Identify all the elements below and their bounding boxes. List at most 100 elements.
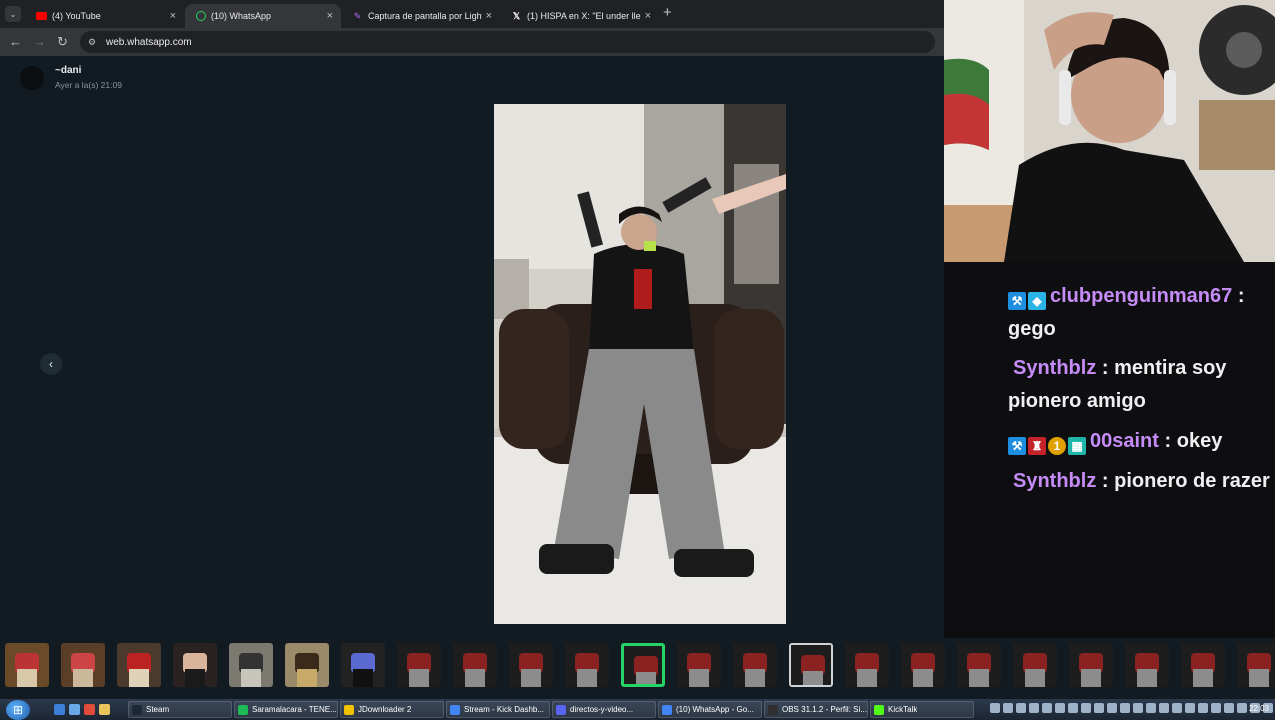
new-tab-icon[interactable]: + <box>663 4 672 21</box>
taskbar-item[interactable]: Steam <box>128 701 232 718</box>
media-thumbnail[interactable] <box>565 643 609 687</box>
media-thumbnail[interactable] <box>1069 643 1113 687</box>
youtube-icon <box>36 11 47 22</box>
clock[interactable]: 22:03 <box>1249 704 1269 713</box>
media-thumbnail[interactable] <box>117 643 161 687</box>
tray-icon[interactable] <box>1003 703 1013 713</box>
chat-username[interactable]: Synthblz <box>1013 470 1096 492</box>
chat-username[interactable]: clubpenguinman67 <box>1050 285 1232 307</box>
chat-text: gego <box>1008 318 1056 340</box>
address-bar[interactable]: ⚙ web.whatsapp.com <box>80 31 935 53</box>
tab-label: (1) HISPA en X: "El under llega a <box>527 11 641 21</box>
reload-icon[interactable]: ↻ <box>57 34 68 50</box>
taskbar-item-label: JDownloader 2 <box>358 705 412 714</box>
tray-icon[interactable] <box>1211 703 1221 713</box>
chrome-icon[interactable] <box>84 704 95 715</box>
close-tab-icon[interactable]: × <box>486 10 492 22</box>
site-settings-icon[interactable]: ⚙ <box>88 37 98 47</box>
media-thumbnail[interactable] <box>5 643 49 687</box>
media-photo <box>494 104 786 624</box>
media-thumbnail[interactable] <box>1125 643 1169 687</box>
taskbar-item[interactable]: KickTalk <box>870 701 974 718</box>
gold-badge-icon: 1 <box>1048 437 1066 455</box>
chat-badges: ⚒ ◆ <box>1008 292 1046 310</box>
system-tray <box>990 703 1273 716</box>
media-thumbnail[interactable] <box>61 643 105 687</box>
media-thumbnail[interactable] <box>509 643 553 687</box>
media-thumbnail[interactable] <box>957 643 1001 687</box>
previous-media-icon[interactable]: ‹ <box>40 353 62 375</box>
tray-icon[interactable] <box>990 703 1000 713</box>
tab-x-hispa[interactable]: 𝕏 (1) HISPA en X: "El under llega a × <box>501 4 659 28</box>
media-thumbnail[interactable] <box>621 643 665 687</box>
media-thumbnail[interactable] <box>677 643 721 687</box>
taskbar-item[interactable]: Stream - Kick Dashb... <box>446 701 550 718</box>
close-tab-icon[interactable]: × <box>645 10 651 22</box>
tray-icon[interactable] <box>1029 703 1039 713</box>
tray-icon[interactable] <box>1107 703 1117 713</box>
forward-icon[interactable]: → <box>33 34 46 49</box>
tray-icon[interactable] <box>1237 703 1247 713</box>
tray-icon[interactable] <box>1159 703 1169 713</box>
chat-message: ⚒ ♜ 1 ▦ 00saint : okey <box>1008 425 1270 458</box>
tray-icon[interactable] <box>1055 703 1065 713</box>
chat-username[interactable]: 00saint <box>1090 430 1159 452</box>
tray-icon[interactable] <box>1081 703 1091 713</box>
chat-text: okey <box>1176 430 1223 452</box>
avatar[interactable] <box>20 66 44 90</box>
media-thumbnail[interactable] <box>1013 643 1057 687</box>
taskbar-item[interactable]: JDownloader 2 <box>340 701 444 718</box>
media-thumbnail[interactable] <box>733 643 777 687</box>
media-thumbnail[interactable] <box>453 643 497 687</box>
tray-icon[interactable] <box>1120 703 1130 713</box>
chat-text: pionero de razer <box>1114 470 1270 492</box>
tray-icon[interactable] <box>1068 703 1078 713</box>
taskbar-app-icon <box>662 704 672 715</box>
tray-icon[interactable] <box>1185 703 1195 713</box>
taskbar-item-label: Stream - Kick Dashb... <box>464 705 545 714</box>
back-icon[interactable]: ← <box>9 34 22 49</box>
chat-username[interactable]: Synthblz <box>1013 357 1096 379</box>
tray-icon[interactable] <box>1172 703 1182 713</box>
taskbar-item[interactable]: OBS 31.1.2 - Perfil: Si... <box>764 701 868 718</box>
tab-lightshot[interactable]: ✎ Captura de pantalla por Lightsh × <box>342 4 500 28</box>
close-tab-icon[interactable]: × <box>170 10 176 22</box>
tray-icon[interactable] <box>1146 703 1156 713</box>
tray-icon[interactable] <box>1224 703 1234 713</box>
chat-message: ⚒ ◆ clubpenguinman67 : gego <box>1008 285 1245 340</box>
blue-badge-icon: ▦ <box>1068 437 1086 455</box>
media-thumbnail[interactable] <box>1181 643 1225 687</box>
tray-icon[interactable] <box>1198 703 1208 713</box>
tray-icon[interactable] <box>1094 703 1104 713</box>
folder-icon[interactable] <box>99 704 110 715</box>
tab-label: (10) WhatsApp <box>211 11 272 21</box>
media-thumbnail[interactable] <box>173 643 217 687</box>
media-thumbnail[interactable] <box>845 643 889 687</box>
media-thumbnail[interactable] <box>229 643 273 687</box>
media-thumbnail[interactable] <box>1237 643 1275 687</box>
tab-label: (4) YouTube <box>52 11 101 21</box>
media-thumbnail[interactable] <box>789 643 833 687</box>
lightshot-icon: ✎ <box>353 10 362 21</box>
media-thumbnail[interactable] <box>341 643 385 687</box>
ie-icon[interactable] <box>54 704 65 715</box>
close-tab-icon[interactable]: × <box>327 10 333 22</box>
tab-youtube[interactable]: (4) YouTube × <box>26 4 184 28</box>
taskbar-item[interactable]: (10) WhatsApp - Go... <box>658 701 762 718</box>
chat-message: Synthblz : mentira soy pionero amigo <box>1008 357 1227 412</box>
x-icon: 𝕏 <box>512 10 521 21</box>
desktop-icon[interactable] <box>69 704 80 715</box>
taskbar-item[interactable]: Saramalacara - TENE... <box>234 701 338 718</box>
tray-icon[interactable] <box>1042 703 1052 713</box>
taskbar-item[interactable]: directos-y-video... <box>552 701 656 718</box>
start-button-icon[interactable]: ⊞ <box>6 700 30 720</box>
hammer-badge-icon: ⚒ <box>1008 437 1026 455</box>
media-thumbnail[interactable] <box>901 643 945 687</box>
tab-whatsapp[interactable]: (10) WhatsApp × <box>185 4 341 28</box>
tray-icon[interactable] <box>1133 703 1143 713</box>
tab-search-chevron-icon[interactable]: ⌄ <box>5 6 21 22</box>
tray-icon[interactable] <box>1016 703 1026 713</box>
taskbar-item-label: Saramalacara - TENE... <box>252 705 337 714</box>
media-thumbnail[interactable] <box>285 643 329 687</box>
media-thumbnail[interactable] <box>397 643 441 687</box>
